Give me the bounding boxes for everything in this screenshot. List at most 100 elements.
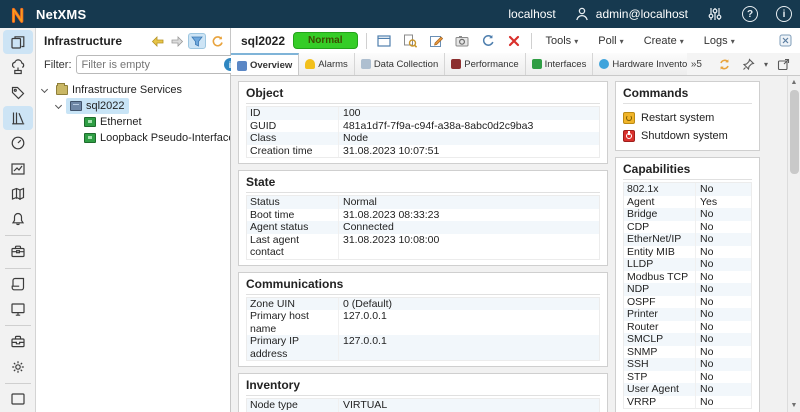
row-key: Modbus TCP — [624, 270, 696, 283]
object-card: Object ID 100 GUID 481a1d7f-7f9a-c94f-a3… — [238, 81, 608, 164]
tab-label: Interfaces — [544, 58, 587, 70]
tab[interactable]: Data Collection — [354, 53, 446, 75]
rail-library-icon[interactable] — [2, 105, 33, 131]
refresh-icon[interactable] — [208, 33, 226, 49]
help-icon[interactable]: ? — [742, 6, 758, 22]
vertical-scrollbar[interactable]: ▲ ▼ — [787, 76, 800, 412]
tab-overflow-indicator[interactable]: »5 — [687, 53, 706, 75]
filter-toggle-icon[interactable] — [188, 33, 206, 49]
state-card: State Status Normal Boot time 31.08.2023… — [238, 170, 608, 266]
preferences-sliders-icon[interactable] — [706, 5, 724, 23]
row-key: GUID — [247, 119, 339, 132]
table-row: SMCLP No — [624, 333, 751, 346]
overview-left-column: Object ID 100 GUID 481a1d7f-7f9a-c94f-a3… — [238, 81, 608, 412]
screenshot-icon[interactable] — [453, 32, 471, 50]
nav-back-icon[interactable] — [148, 33, 166, 49]
tab-label: Overview — [250, 60, 293, 71]
tree-item[interactable]: Ethernet — [36, 114, 230, 130]
tree-item[interactable]: sql2022 — [36, 98, 230, 114]
user-chip[interactable]: admin@localhost — [574, 6, 688, 22]
rail-settings-gear-icon[interactable] — [3, 354, 33, 378]
row-key: EtherNet/IP — [624, 233, 696, 246]
rail-infrastructure-icon[interactable] — [2, 30, 33, 55]
row-value: No — [700, 308, 714, 320]
rail-toolbox-icon[interactable] — [3, 329, 33, 353]
row-value: No — [700, 208, 714, 220]
user-icon — [575, 7, 588, 21]
command-item[interactable]: Restart system — [623, 109, 752, 127]
rail-business-services-icon[interactable] — [3, 239, 33, 263]
scroll-down-icon[interactable]: ▼ — [788, 399, 800, 412]
communications-table: Zone UIN 0 (Default) Primary host name 1… — [246, 296, 600, 361]
pin-view-icon[interactable] — [740, 55, 758, 73]
menu-create[interactable]: Create ▾ — [638, 33, 690, 49]
rail-network-icon[interactable] — [3, 55, 33, 79]
row-key: CDP — [624, 220, 696, 233]
rail-extra-icon[interactable] — [3, 387, 33, 411]
menu-poll[interactable]: Poll ▾ — [592, 33, 629, 49]
rail-graphs-icon[interactable] — [3, 156, 33, 180]
execute-script-icon[interactable] — [479, 32, 497, 50]
row-value: No — [700, 245, 714, 258]
tree-item[interactable]: Loopback Pseudo-Interface 1 — [36, 130, 230, 146]
expand-chevron-icon[interactable] — [54, 101, 63, 109]
command-icon — [623, 112, 635, 124]
tab[interactable]: Overview — [231, 53, 300, 75]
object-tree: Infrastructure Services sql2022 Ethernet… — [36, 80, 230, 412]
tab[interactable]: Performance — [445, 53, 526, 75]
rail-divider — [4, 325, 31, 327]
rail-logs-scroll-icon[interactable] — [3, 272, 33, 296]
table-row: Entity MIB No — [624, 245, 751, 258]
perspective-rail — [0, 28, 36, 412]
rail-alarms-bell-icon[interactable] — [3, 207, 33, 231]
row-value: 127.0.0.1 — [343, 310, 387, 322]
commands-list: Restart system Shutdown system — [623, 106, 752, 145]
filter-row: Filter: i — [36, 53, 271, 80]
delete-object-icon[interactable] — [505, 32, 523, 50]
tree-item-icon — [84, 117, 96, 127]
scroll-up-icon[interactable]: ▲ — [788, 76, 800, 89]
open-new-window-icon[interactable] — [774, 55, 792, 73]
tab[interactable]: Alarms — [299, 53, 355, 75]
nav-forward-icon[interactable] — [168, 33, 186, 49]
edit-comments-icon[interactable] — [427, 32, 445, 50]
table-row: Bridge No — [624, 208, 751, 221]
commands-card: Commands Restart system Shutdown system — [615, 81, 760, 151]
rail-tag-icon[interactable] — [3, 81, 33, 105]
collapse-header-icon[interactable] — [776, 32, 794, 50]
rail-monitor-icon[interactable] — [3, 297, 33, 321]
refresh-tabs-icon[interactable] — [716, 55, 734, 73]
toolbar-separator — [365, 32, 367, 49]
user-name: admin@localhost — [595, 7, 688, 21]
server-name[interactable]: localhost — [508, 7, 555, 21]
row-value: No — [700, 258, 714, 270]
tab[interactable]: Interfaces — [525, 53, 594, 75]
about-info-icon[interactable]: i — [776, 6, 792, 22]
rail-maps-icon[interactable] — [3, 182, 33, 206]
menu-tools[interactable]: Tools ▾ — [540, 33, 585, 49]
table-row: Status Normal — [247, 196, 599, 209]
row-value: Normal — [343, 196, 377, 208]
find-object-icon[interactable] — [401, 32, 419, 50]
expand-chevron-icon[interactable] — [40, 85, 49, 93]
filter-input[interactable] — [81, 58, 224, 71]
row-key: Zone UIN — [247, 297, 339, 310]
tree-item[interactable]: Infrastructure Services — [36, 82, 230, 98]
rail-dashboard-gauge-icon[interactable] — [3, 131, 33, 155]
scrollbar-thumb[interactable] — [789, 90, 799, 174]
properties-window-icon[interactable] — [375, 32, 393, 50]
pin-menu-caret-icon[interactable]: ▾ — [764, 60, 768, 69]
netxms-app: NetXMS localhost admin@localhost ? i Inf… — [0, 0, 800, 412]
tab[interactable]: Hardware Inventory — [593, 53, 687, 75]
infrastructure-panel: Infrastructure Filter: Filter is empty i… — [36, 28, 271, 412]
table-row: Primary host name 127.0.0.1 — [247, 310, 599, 335]
tree-item-icon — [84, 133, 96, 143]
menu-logs[interactable]: Logs ▾ — [698, 33, 741, 49]
row-key: OSPF — [624, 295, 696, 308]
command-icon — [623, 130, 635, 142]
tab-label: Performance — [464, 58, 519, 70]
table-row: OSPF No — [624, 295, 751, 308]
table-row: 802.1x No — [624, 183, 751, 196]
rail-divider — [4, 267, 31, 269]
command-item[interactable]: Shutdown system — [623, 127, 752, 145]
